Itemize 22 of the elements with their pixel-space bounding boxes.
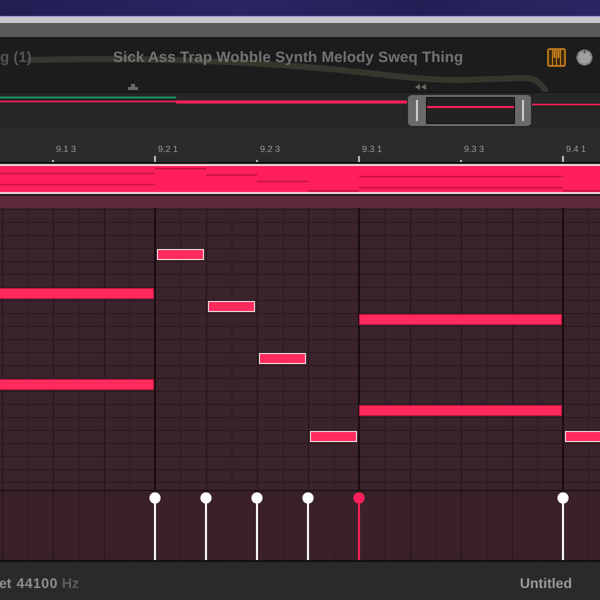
- document-name: Untitled: [520, 574, 572, 590]
- piano-keys-icon[interactable]: [547, 48, 566, 66]
- ruler-tick: [358, 156, 360, 162]
- double-arrow-icon: [415, 84, 427, 90]
- scroll-viewport[interactable]: [408, 95, 531, 126]
- window-title: Sick Ass Trap Wobble Synth Melody Sweq Thing: [113, 48, 464, 66]
- sample-rate-value: 44100: [16, 574, 58, 590]
- time-label: 9.2 1: [158, 144, 178, 155]
- ruler-tick: [460, 160, 462, 162]
- time-label: 9.4 1: [566, 144, 586, 155]
- time-label: 9.1 3: [56, 144, 76, 155]
- time-label: 9.3 1: [362, 144, 382, 155]
- overview-line: [532, 104, 600, 106]
- ruler-tick: [256, 160, 258, 162]
- time-label: 9.2 3: [260, 144, 280, 155]
- ruler-tick: [562, 156, 564, 162]
- ruler-tick: [52, 160, 54, 162]
- ruler-tick: [154, 156, 156, 162]
- marker-icon: [128, 84, 138, 90]
- knob-icon[interactable]: [576, 48, 593, 66]
- track-label: g (1): [0, 48, 33, 66]
- time-label: 9.3 3: [464, 144, 484, 155]
